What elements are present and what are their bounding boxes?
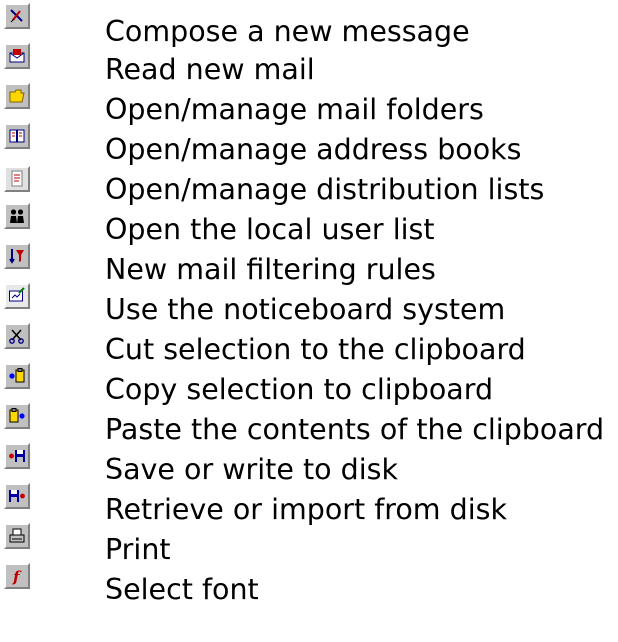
- compose-icon: [4, 3, 30, 29]
- cut-icon: [4, 323, 30, 349]
- legend-row-distribution-lists: Open/manage distribution lists: [0, 160, 618, 206]
- paste-icon: [4, 403, 30, 429]
- address-book-icon: [4, 123, 30, 149]
- retrieve-icon: [4, 483, 30, 509]
- print-icon: [4, 523, 30, 549]
- legend-row-filter-rules: New mail filtering rules: [0, 240, 618, 286]
- folder-icon: [4, 83, 30, 109]
- legend-row-user-list: Open the local user list: [0, 200, 618, 246]
- legend-row-save: Save or write to disk: [0, 440, 618, 486]
- legend-row-address-books: Open/manage address books: [0, 120, 618, 166]
- user-list-icon: [4, 203, 30, 229]
- noticeboard-icon: [4, 283, 30, 309]
- font-icon: f: [4, 563, 30, 589]
- legend-row-folders: Open/manage mail folders: [0, 80, 618, 126]
- copy-icon: [4, 363, 30, 389]
- filter-rules-icon: [4, 243, 30, 269]
- legend-row-noticeboard: Use the noticeboard system: [0, 280, 618, 326]
- legend-row-paste: Paste the contents of the clipboard: [0, 400, 618, 446]
- svg-text:f: f: [12, 568, 22, 585]
- legend-row-retrieve: Retrieve or import from disk: [0, 480, 618, 526]
- legend-row-font: f Select font: [0, 560, 618, 606]
- legend-row-copy: Copy selection to clipboard: [0, 360, 618, 406]
- legend-label: Select font: [105, 573, 259, 606]
- legend-row-cut: Cut selection to the clipboard: [0, 320, 618, 366]
- legend-row-compose: Compose a new message: [0, 0, 618, 48]
- save-icon: [4, 443, 30, 469]
- legend-row-print: Print: [0, 520, 618, 566]
- distribution-list-icon: [4, 166, 30, 192]
- legend-row-read-mail: Read new mail: [0, 40, 618, 86]
- read-mail-icon: [4, 43, 30, 69]
